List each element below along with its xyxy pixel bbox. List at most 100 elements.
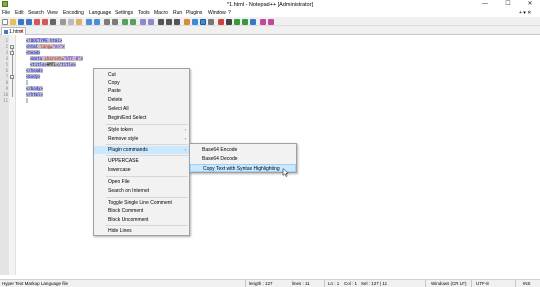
menu-item-begin-end-select[interactable]: Begin/End Select (94, 114, 189, 122)
plugin-toolbar-icon[interactable] (268, 18, 274, 25)
title-bar: *1.html - Notepad++ [Administrator] — ☐ … (0, 0, 540, 9)
sync-vertical-icon[interactable] (140, 18, 146, 25)
user-language-icon[interactable] (184, 18, 190, 25)
fold-body-icon[interactable]: − (10, 75, 14, 79)
folder-as-workspace-icon[interactable] (208, 18, 214, 25)
line-number: 1 (5, 38, 8, 43)
status-language: Hyper Text Markup Language file (2, 281, 68, 286)
tab-1-html[interactable]: 1.html ✕ (1, 27, 26, 35)
menu-window[interactable]: Window (208, 10, 226, 16)
fold-head-icon[interactable]: − (10, 51, 14, 55)
code-line-8 (26, 80, 29, 85)
menu-macro[interactable]: Macro (154, 10, 168, 16)
new-file-icon[interactable] (2, 18, 8, 25)
menu-run[interactable]: Run (173, 10, 182, 16)
menu-item-paste[interactable]: Paste (94, 87, 189, 95)
menu-settings[interactable]: Settings (115, 10, 133, 16)
paste-icon[interactable] (76, 18, 82, 25)
menu-item-plugin-commands[interactable]: Plugin commands › (94, 146, 189, 154)
print-icon[interactable] (50, 18, 56, 25)
menu-help[interactable]: ? (228, 10, 231, 16)
function-list-icon[interactable] (200, 18, 206, 25)
sync-horizontal-icon[interactable] (148, 18, 154, 25)
menu-plugins[interactable]: Plugins (186, 10, 202, 16)
line-number-margin[interactable]: 1 2 3 4 5 6 7 8 9 10 11 (0, 35, 9, 275)
stop-macro-icon[interactable] (226, 18, 232, 25)
tab-bar: 1.html ✕ (0, 26, 540, 35)
word-wrap-icon[interactable] (158, 18, 164, 25)
menu-item-block-comment[interactable]: Block Comment (94, 207, 189, 215)
find-icon[interactable] (104, 18, 110, 25)
menu-item-copy-text-syntax-highlighting[interactable]: Copy Text with Syntax Highlighting (190, 164, 296, 172)
indent-guide-icon[interactable] (174, 18, 180, 25)
replace-icon[interactable] (112, 18, 118, 25)
save-macro-icon[interactable] (250, 18, 256, 25)
open-file-icon[interactable] (10, 18, 16, 25)
save-icon[interactable] (18, 18, 24, 25)
menu-extra-controls[interactable]: + ▾ ✕ (519, 10, 531, 16)
menu-item-base64-decode[interactable]: Base64 Decode (190, 155, 296, 163)
submenu-arrow-icon: › (184, 127, 186, 132)
menu-item-hide-lines[interactable]: Hide Lines (94, 227, 189, 235)
code-line-6: </head> (26, 68, 43, 73)
menu-item-search-internet[interactable]: Search on Internet (94, 187, 189, 195)
menu-item-toggle-comment[interactable]: Toggle Single Line Comment (94, 199, 189, 207)
code-line-7: <body> (26, 74, 41, 79)
line-number: 3 (5, 50, 8, 55)
line-number: 6 (5, 68, 8, 73)
menu-file[interactable]: File (2, 10, 10, 16)
menu-encoding[interactable]: Encoding (63, 10, 84, 16)
line-number: 2 (5, 44, 8, 49)
redo-icon[interactable] (94, 18, 100, 25)
menu-item-copy[interactable]: Copy (94, 79, 189, 87)
submenu-arrow-icon: › (184, 136, 186, 141)
menu-search[interactable]: Search (28, 10, 44, 16)
status-divider (245, 280, 246, 287)
record-macro-icon[interactable] (218, 18, 224, 25)
status-divider (324, 280, 325, 287)
play-macro-icon[interactable] (234, 18, 240, 25)
menu-edit[interactable]: Edit (15, 10, 24, 16)
menu-item-remove-style[interactable]: Remove style › (94, 135, 189, 143)
maximize-button[interactable]: ☐ (500, 0, 516, 9)
menu-view[interactable]: View (47, 10, 58, 16)
zoom-out-icon[interactable] (130, 18, 136, 25)
close-all-icon[interactable] (42, 18, 48, 25)
menu-item-style-token[interactable]: Style token › (94, 126, 189, 134)
spell-check-icon[interactable] (260, 18, 266, 25)
status-eol[interactable]: Windows (CR LF) (431, 281, 467, 286)
menu-item-base64-encode[interactable]: Base64 Encode (190, 146, 296, 154)
menu-language[interactable]: Language (89, 10, 111, 16)
menu-item-lowercase[interactable]: lowercase (94, 166, 189, 174)
run-macro-multiple-icon[interactable] (242, 18, 248, 25)
menu-item-open-file[interactable]: Open File (94, 178, 189, 186)
menu-separator (106, 155, 188, 156)
close-button[interactable]: ✕ (522, 0, 538, 9)
status-line: Ln : 1 (328, 281, 340, 286)
menu-item-select-all[interactable]: Select All (94, 105, 189, 113)
minimize-button[interactable]: — (477, 0, 493, 9)
menu-item-delete[interactable]: Delete (94, 96, 189, 104)
line-number: 11 (3, 98, 8, 103)
menu-separator (106, 225, 188, 226)
undo-icon[interactable] (86, 18, 92, 25)
cut-icon[interactable] (60, 18, 66, 25)
document-map-icon[interactable] (192, 18, 198, 25)
save-all-icon[interactable] (26, 18, 32, 25)
copy-icon[interactable] (68, 18, 74, 25)
tab-close-icon[interactable]: ✕ (20, 29, 24, 35)
line-number: 9 (5, 86, 8, 91)
menu-item-uppercase[interactable]: UPPERCASE (94, 157, 189, 165)
fold-margin[interactable] (9, 35, 16, 275)
close-file-icon[interactable] (34, 18, 40, 25)
menu-item-block-uncomment[interactable]: Block Uncomment (94, 216, 189, 224)
zoom-in-icon[interactable] (122, 18, 128, 25)
context-menu: Cut Copy Paste Delete Select All Begin/E… (93, 68, 190, 236)
status-encoding[interactable]: UTF-8 (476, 281, 489, 286)
line-number: 5 (5, 62, 8, 67)
menu-item-cut[interactable]: Cut (94, 71, 189, 79)
menu-tools[interactable]: Tools (138, 10, 150, 16)
show-all-characters-icon[interactable] (166, 18, 172, 25)
menu-separator (106, 197, 188, 198)
line-number: 8 (5, 80, 8, 85)
